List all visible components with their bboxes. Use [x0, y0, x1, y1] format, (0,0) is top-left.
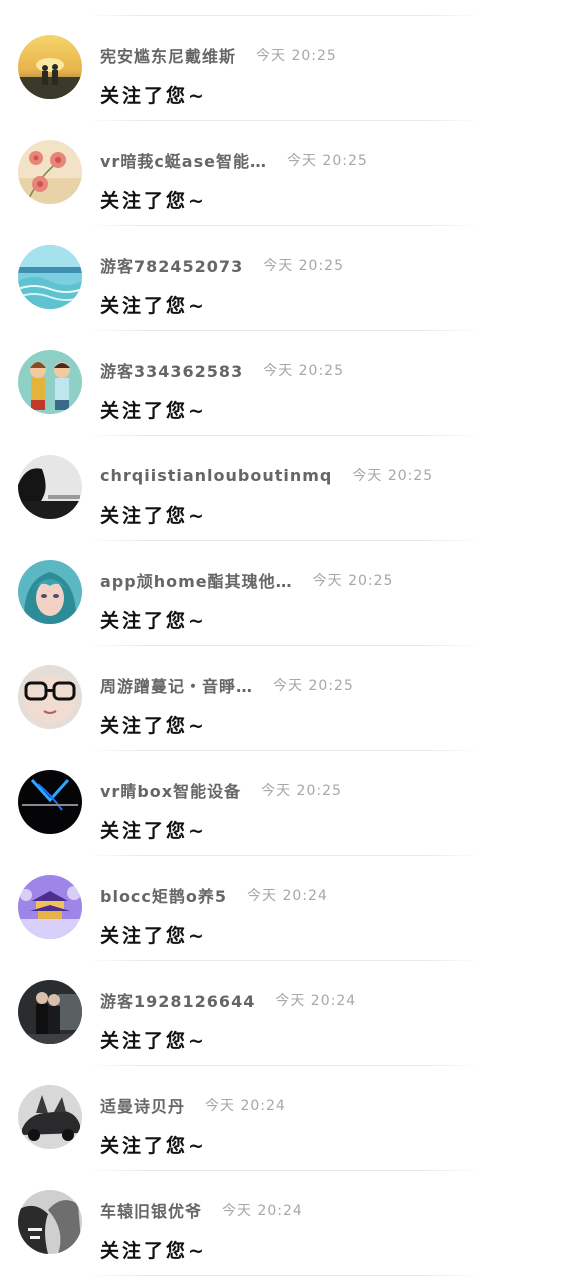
cartoon-couple-icon — [18, 350, 82, 414]
notification-header: app颃home酯其瑰他… 今天 20:25 — [100, 566, 393, 594]
user-avatar[interactable] — [18, 770, 82, 834]
user-avatar[interactable] — [18, 1190, 82, 1254]
notification-message: 关注了您~ — [100, 295, 207, 317]
user-name[interactable]: 游客334362583 — [100, 358, 243, 382]
notification-header: chrqiistianlouboutinmq 今天 20:25 — [100, 461, 433, 489]
notification-header: 游客1928126644 今天 20:24 — [100, 986, 356, 1014]
user-avatar[interactable] — [18, 665, 82, 729]
notification-message: 关注了您~ — [100, 85, 207, 107]
notification-time: 今天 20:25 — [286, 153, 368, 169]
anime-girl-icon — [18, 560, 82, 624]
notification-header: 宪安尴东尼戴维斯 今天 20:25 — [100, 41, 337, 69]
supercar-icon — [18, 1085, 82, 1149]
notification-message: 关注了您~ — [100, 1135, 207, 1157]
notification-message: 关注了您~ — [100, 505, 207, 527]
notification-row[interactable]: 适曼诗贝丹 今天 20:24 关注了您~ — [0, 1065, 561, 1170]
notification-time: 今天 20:24 — [275, 993, 357, 1009]
notification-header: 游客334362583 今天 20:25 — [100, 356, 344, 384]
user-avatar[interactable] — [18, 1085, 82, 1149]
neon-logo-icon — [18, 770, 82, 834]
notification-header: vr暗莪c蜓ase智能… 今天 20:25 — [100, 146, 368, 174]
user-avatar[interactable] — [18, 980, 82, 1044]
black-white-portrait-icon — [18, 455, 82, 519]
notification-message: 关注了您~ — [100, 610, 207, 632]
night-couple-icon — [18, 980, 82, 1044]
sunset-couple-icon — [18, 35, 82, 99]
notification-row[interactable]: 游客334362583 今天 20:25 关注了您~ — [0, 330, 561, 435]
notification-time: 今天 20:25 — [261, 783, 342, 799]
notification-header: 适曼诗贝丹 今天 20:24 — [100, 1091, 286, 1119]
user-name[interactable]: chrqiistianlouboutinmq — [100, 466, 332, 485]
user-avatar[interactable] — [18, 875, 82, 939]
user-avatar[interactable] — [18, 560, 82, 624]
notification-row[interactable]: 车辕旧银优爷 今天 20:24 关注了您~ — [0, 1170, 561, 1275]
pink-flowers-icon — [18, 140, 82, 204]
notification-time: 今天 20:25 — [312, 573, 394, 589]
notification-time: 今天 20:24 — [222, 1203, 303, 1219]
user-name[interactable]: app颃home酯其瑰他… — [100, 568, 293, 592]
notification-time: 今天 20:25 — [263, 258, 344, 274]
notification-time: 今天 20:25 — [263, 363, 344, 379]
notification-time: 今天 20:25 — [273, 678, 354, 694]
row-divider — [84, 1275, 484, 1276]
purple-temple-icon — [18, 875, 82, 939]
user-avatar[interactable] — [18, 35, 82, 99]
notification-row[interactable]: 游客782452073 今天 20:25 关注了您~ — [0, 225, 561, 330]
notification-time: 今天 20:24 — [247, 888, 328, 904]
notification-message: 关注了您~ — [100, 715, 207, 737]
notification-row[interactable]: chrqiistianlouboutinmq 今天 20:25 关注了您~ — [0, 435, 561, 540]
notification-message: 关注了您~ — [100, 1240, 207, 1262]
user-name[interactable]: 适曼诗贝丹 — [100, 1093, 185, 1117]
user-name[interactable]: 游客1928126644 — [100, 988, 255, 1012]
notification-message: 关注了您~ — [100, 1030, 207, 1052]
user-name[interactable]: 宪安尴东尼戴维斯 — [100, 43, 236, 67]
notification-row[interactable]: vr睛box智能设备 今天 20:25 关注了您~ — [0, 750, 561, 855]
notification-header: 车辕旧银优爷 今天 20:24 — [100, 1196, 303, 1224]
notification-time: 今天 20:25 — [256, 48, 337, 64]
user-avatar[interactable] — [18, 455, 82, 519]
notification-time: 今天 20:25 — [352, 468, 434, 484]
notification-header: 游客782452073 今天 20:25 — [100, 251, 344, 279]
notification-message: 关注了您~ — [100, 190, 207, 212]
user-avatar[interactable] — [18, 140, 82, 204]
user-name[interactable]: vr暗莪c蜓ase智能… — [100, 148, 267, 172]
notification-row[interactable]: 宪安尴东尼戴维斯 今天 20:25 关注了您~ — [0, 15, 561, 120]
user-name[interactable]: 游客782452073 — [100, 253, 243, 277]
mono-sketch-icon — [18, 1190, 82, 1254]
user-name[interactable]: vr睛box智能设备 — [100, 778, 241, 802]
notification-row[interactable]: blocc矩鹊o养5 今天 20:24 关注了您~ — [0, 855, 561, 960]
notification-header: 周游蹭蔓记・音睜… 今天 20:25 — [100, 671, 354, 699]
notification-header: blocc矩鹊o养5 今天 20:24 — [100, 881, 328, 909]
notification-row[interactable]: vr暗莪c蜓ase智能… 今天 20:25 关注了您~ — [0, 120, 561, 225]
user-avatar[interactable] — [18, 245, 82, 309]
notification-message: 关注了您~ — [100, 925, 207, 947]
notification-row[interactable]: 周游蹭蔓记・音睜… 今天 20:25 关注了您~ — [0, 645, 561, 750]
notification-header: vr睛box智能设备 今天 20:25 — [100, 776, 342, 804]
user-name[interactable]: blocc矩鹊o养5 — [100, 883, 227, 907]
user-name[interactable]: 周游蹭蔓记・音睜… — [100, 673, 253, 697]
notification-row[interactable]: app颃home酯其瑰他… 今天 20:25 关注了您~ — [0, 540, 561, 645]
ocean-wave-icon — [18, 245, 82, 309]
notification-time: 今天 20:24 — [205, 1098, 286, 1114]
notification-message: 关注了您~ — [100, 820, 207, 842]
notification-message: 关注了您~ — [100, 400, 207, 422]
notification-row[interactable]: 游客1928126644 今天 20:24 关注了您~ — [0, 960, 561, 1065]
user-name[interactable]: 车辕旧银优爷 — [100, 1198, 202, 1222]
glasses-face-icon — [18, 665, 82, 729]
user-avatar[interactable] — [18, 350, 82, 414]
